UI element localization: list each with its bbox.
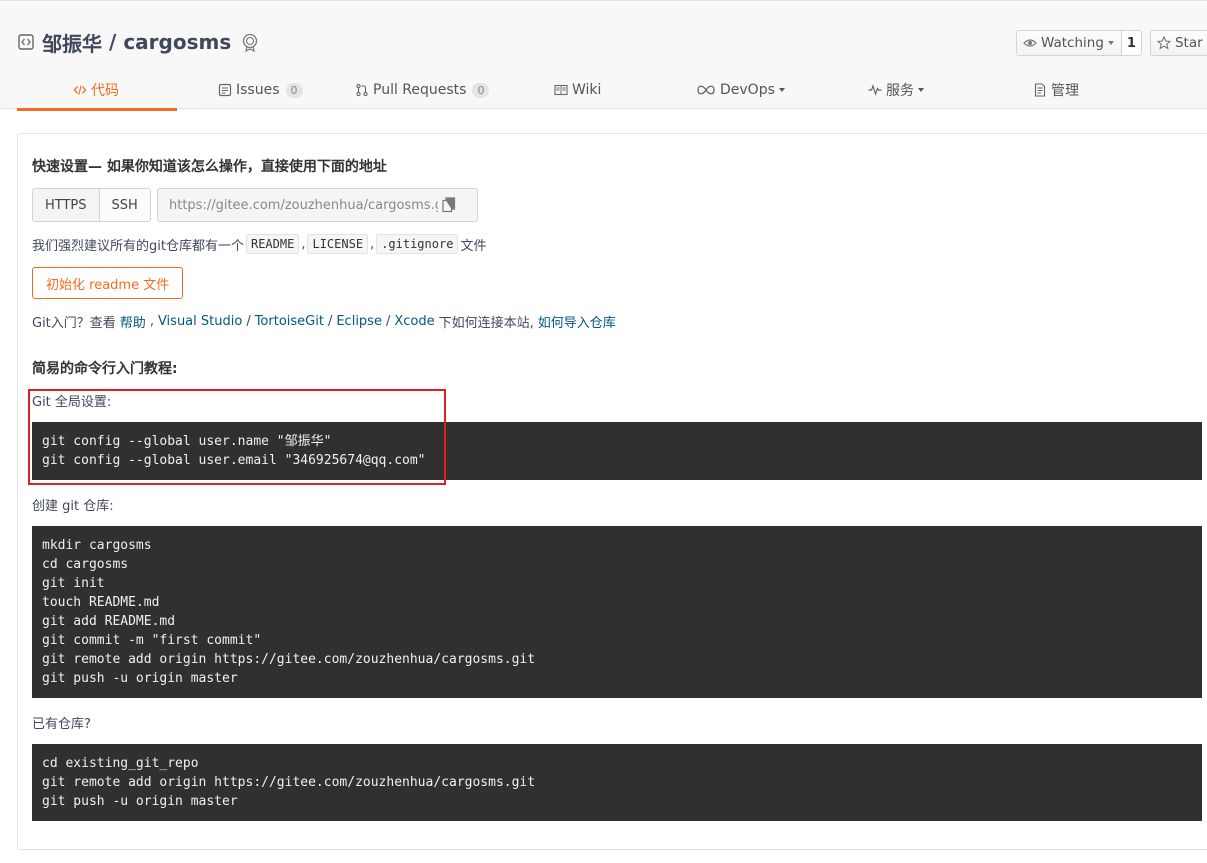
star-icon [1156,36,1171,50]
quick-setup-title: 快速设置— 如果你知道该怎么操作，直接使用下面的地址 [32,159,387,175]
star-label: Star [1174,35,1203,51]
recommend-text: 我们强烈建议所有的git仓库都有一个 README , LICENSE , .g… [32,232,486,256]
eclipse-link[interactable]: Eclipse [336,314,382,329]
repo-name-link[interactable]: cargosms [123,30,231,54]
star-button[interactable]: Star [1150,31,1207,55]
recommend-suffix: 文件 [460,238,487,254]
chevron-down-icon [918,88,924,92]
init-readme-button[interactable]: 初始化 readme 文件 [32,267,184,299]
git-intro-comma: , [149,314,154,329]
clone-url-input[interactable] [158,197,438,213]
certified-badge-icon[interactable] [240,32,260,52]
book-icon [554,83,568,97]
recommend-comma-1: , [301,236,306,252]
code-line: git remote add origin https://gitee.com/… [42,775,536,790]
tab-wiki[interactable]: Wiki [554,71,601,109]
clone-url-box [157,188,478,222]
license-tag: LICENSE [307,234,369,254]
repo-actions: Watching 1 Star [1016,30,1207,56]
code-line: cd cargosms [42,557,129,572]
watch-label: Watching [1041,35,1104,51]
issues-count-badge: 0 [285,82,303,98]
code-line: git remote add origin https://gitee.com/… [42,652,536,667]
highlight-annotation-box [28,389,446,485]
tab-issues-label: Issues [236,82,280,98]
pull-requests-count-badge: 0 [472,82,490,98]
repo-header: 邹振华 / cargosms Watching 1 Star 代码 Issues… [0,0,1207,111]
recommend-comma-2: , [370,236,375,252]
tab-devops-label: DevOps [720,82,775,98]
import-repo-link[interactable]: 如何导入仓库 [538,312,616,331]
code-line: mkdir cargosms [42,538,152,553]
repo-separator: / [109,30,117,54]
quick-setup-panel: 快速设置— 如果你知道该怎么操作，直接使用下面的地址 HTTPS SSH 我们强… [17,133,1207,850]
issues-icon [218,83,232,97]
copy-icon[interactable] [442,197,456,213]
tab-manage[interactable]: 管理 [1033,71,1079,109]
recommend-prefix: 我们强烈建议所有的git仓库都有一个 [32,238,244,254]
chevron-down-icon [1107,41,1114,45]
git-intro-prefix: Git入门？查看 [32,316,116,331]
https-button[interactable]: HTTPS [33,189,99,221]
repo-owner-link[interactable]: 邹振华 [42,28,102,57]
tab-pull-requests[interactable]: Pull Requests 0 [355,71,490,109]
repo-code-icon [18,34,34,50]
tortoisegit-link[interactable]: TortoiseGit [255,314,324,329]
git-intro-slash-3: / [385,314,391,329]
repo-title: 邹振华 / cargosms [18,28,260,57]
git-intro-slash-1: / [246,314,251,329]
active-tab-indicator [17,108,177,111]
code-line: git init [42,576,105,591]
tab-issues[interactable]: Issues 0 [218,71,303,109]
watch-button[interactable]: Watching [1017,31,1122,55]
code-line: git push -u origin master [42,671,238,686]
code-line: cd existing_git_repo [42,756,199,771]
tab-code[interactable]: 代码 [73,71,119,109]
pulse-icon [868,83,882,97]
readme-tag: README [245,234,300,254]
tutorial-title: 简易的命令行入门教程: [32,361,178,377]
infinity-icon [696,83,716,97]
code-line: git commit -m "first commit" [42,633,262,648]
visual-studio-link[interactable]: Visual Studio [158,314,242,329]
code-line: git push -u origin master [42,794,238,809]
create-repo-label: 创建 git 仓库: [32,499,114,514]
existing-repo-code: cd existing_git_repo git remote add orig… [32,744,1202,821]
repo-tabs: 代码 Issues 0 Pull Requests 0 Wiki DevOps … [17,71,1207,111]
pull-request-icon [355,83,369,97]
existing-repo-label: 已有仓库? [32,717,91,732]
code-line: touch README.md [42,595,160,610]
xcode-link[interactable]: Xcode [394,314,434,329]
tab-services-label: 服务 [886,83,914,99]
document-icon [1033,83,1047,97]
tab-wiki-label: Wiki [572,82,602,98]
tab-manage-label: 管理 [1051,83,1079,99]
chevron-down-icon [778,88,785,92]
watch-count[interactable]: 1 [1121,31,1141,55]
ssh-button[interactable]: SSH [98,189,150,221]
gitignore-tag: .gitignore [376,234,459,254]
git-intro-middle: 下如何连接本站, [438,316,534,331]
tab-services[interactable]: 服务 [868,71,924,109]
create-repo-code: mkdir cargosms cd cargosms git init touc… [32,526,1202,698]
star-button-group: Star [1149,30,1207,56]
code-icon [73,83,87,97]
help-link[interactable]: 帮助 [120,312,146,331]
code-line: git add README.md [42,614,176,629]
tab-devops[interactable]: DevOps [696,71,785,109]
protocol-switch: HTTPS SSH [32,188,151,222]
tab-pull-requests-label: Pull Requests [373,82,467,98]
eye-icon [1023,36,1037,50]
git-intro-slash-2: / [327,314,333,329]
git-intro-text: Git入门？查看 帮助 , Visual Studio / TortoiseGi… [32,312,616,331]
tab-code-label: 代码 [91,83,119,99]
watch-button-group: Watching 1 [1016,30,1142,56]
